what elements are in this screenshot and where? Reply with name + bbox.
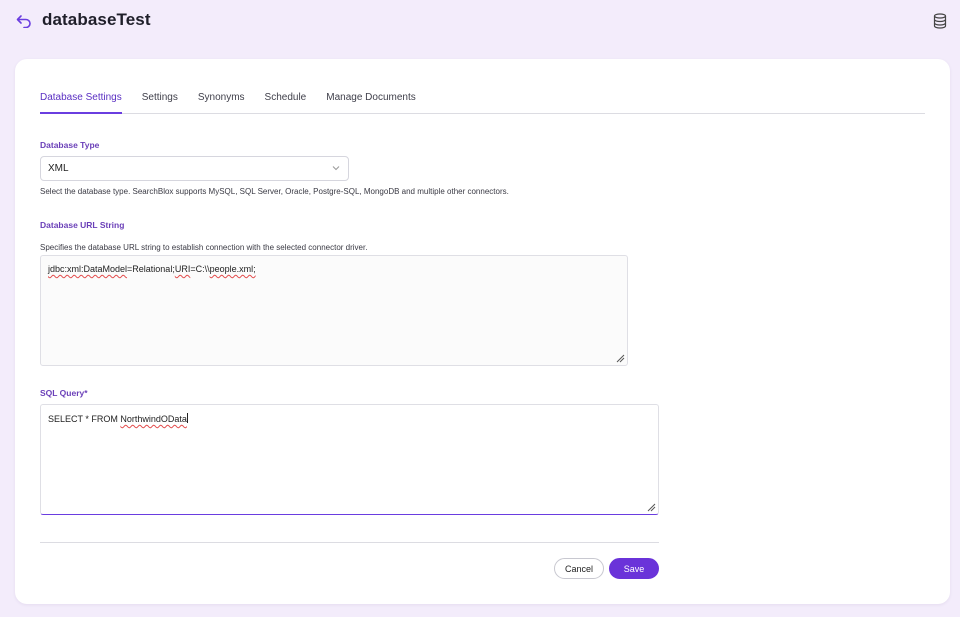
database-url-help: Specifies the database URL string to est… bbox=[40, 243, 368, 252]
tab-manage-documents[interactable]: Manage Documents bbox=[326, 89, 416, 113]
database-url-label: Database URL String bbox=[40, 220, 125, 230]
tab-settings[interactable]: Settings bbox=[142, 89, 178, 113]
page-title: databaseTest bbox=[42, 10, 151, 29]
footer-divider bbox=[40, 542, 659, 543]
database-url-textarea[interactable]: jdbc:xml:DataModel=Relational;URI=C:\\pe… bbox=[40, 255, 628, 366]
url-text-part3: URI bbox=[174, 264, 191, 274]
settings-card: Database Settings Settings Synonyms Sche… bbox=[15, 59, 950, 604]
back-button[interactable] bbox=[14, 11, 34, 31]
database-type-value: XML bbox=[48, 163, 69, 174]
url-text-part1: jdbc:xml:DataModel bbox=[48, 264, 128, 274]
database-type-select[interactable]: XML bbox=[40, 156, 349, 181]
chevron-down-icon bbox=[332, 166, 340, 171]
url-text-part4: =C:\\ bbox=[190, 264, 210, 274]
sql-query-textarea[interactable]: SELECT * FROM NorthwindOData bbox=[40, 404, 659, 515]
tab-bar: Database Settings Settings Synonyms Sche… bbox=[40, 89, 925, 114]
sql-query-label: SQL Query* bbox=[40, 388, 88, 398]
cancel-button[interactable]: Cancel bbox=[554, 558, 604, 579]
save-button[interactable]: Save bbox=[609, 558, 659, 579]
tab-database-settings[interactable]: Database Settings bbox=[40, 89, 122, 114]
url-text-part5: people.xml; bbox=[209, 264, 256, 274]
database-button[interactable] bbox=[930, 11, 950, 31]
database-type-label: Database Type bbox=[40, 140, 100, 150]
database-type-help: Select the database type. SearchBlox sup… bbox=[40, 187, 509, 196]
sql-text-plain: SELECT * FROM bbox=[48, 414, 121, 424]
url-text-part2: =Relational; bbox=[127, 264, 175, 274]
sql-text-flagged: NorthwindOData bbox=[120, 414, 187, 424]
back-arrow-icon bbox=[16, 15, 31, 28]
resize-handle-icon[interactable] bbox=[616, 354, 625, 363]
text-cursor bbox=[186, 413, 188, 423]
resize-handle-icon[interactable] bbox=[647, 503, 656, 512]
database-icon bbox=[933, 13, 947, 29]
top-bar: databaseTest bbox=[0, 0, 960, 44]
tab-synonyms[interactable]: Synonyms bbox=[198, 89, 245, 113]
tab-schedule[interactable]: Schedule bbox=[265, 89, 307, 113]
